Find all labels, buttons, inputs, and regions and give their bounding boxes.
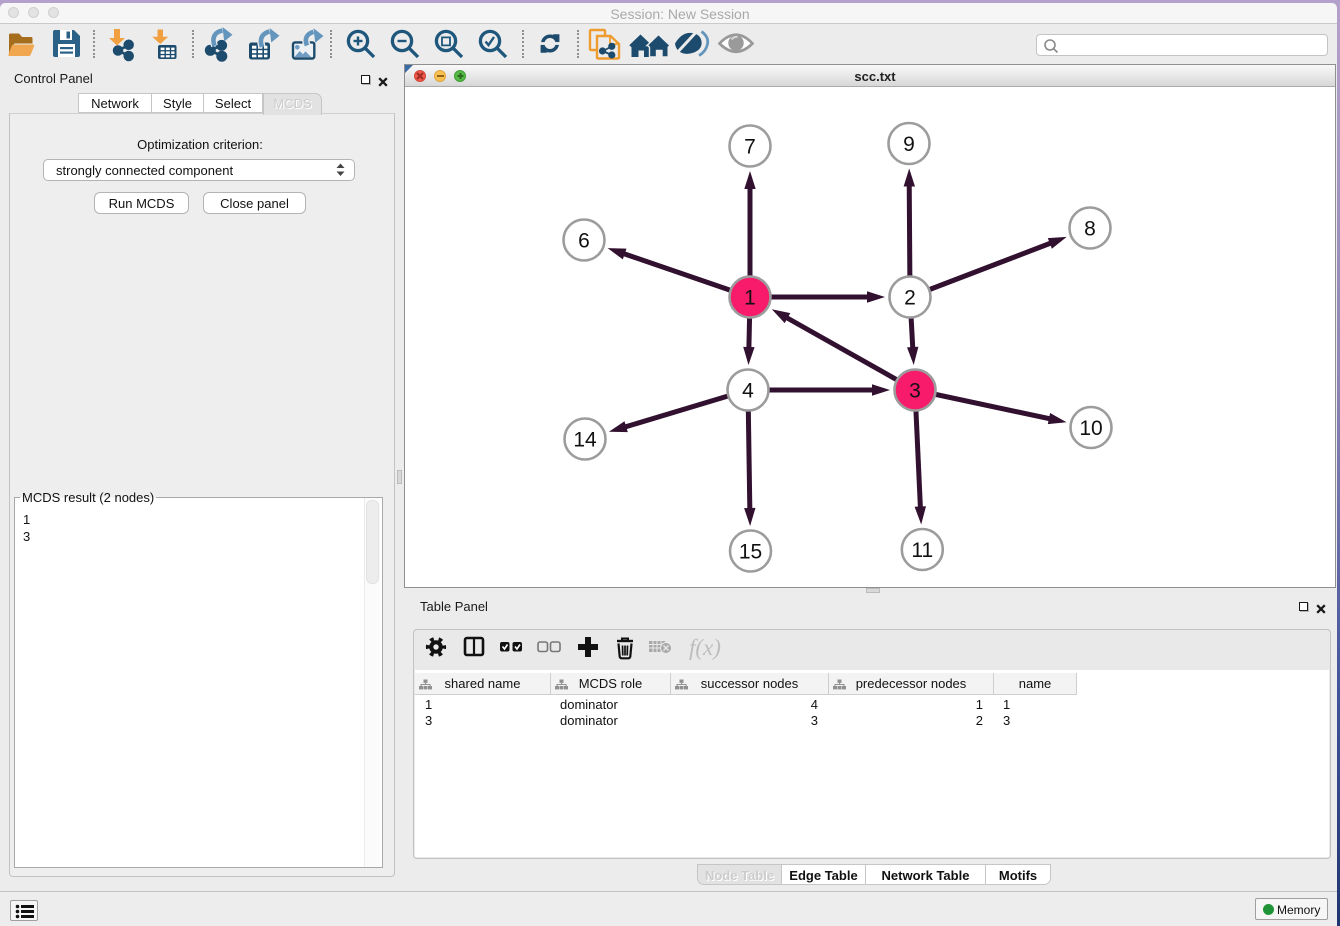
svg-text:9: 9	[903, 133, 915, 156]
svg-text:10: 10	[1079, 417, 1102, 440]
svg-text:6: 6	[578, 230, 590, 253]
svg-text:4: 4	[742, 380, 754, 403]
svg-text:15: 15	[739, 541, 762, 564]
svg-text:f(x): f(x)	[689, 635, 721, 660]
svg-text:2: 2	[904, 287, 916, 310]
svg-text:7: 7	[744, 136, 756, 159]
svg-text:3: 3	[909, 380, 921, 403]
svg-text:8: 8	[1084, 218, 1096, 241]
svg-text:14: 14	[573, 429, 597, 452]
svg-text:11: 11	[911, 539, 933, 562]
svg-text:1: 1	[744, 287, 756, 310]
